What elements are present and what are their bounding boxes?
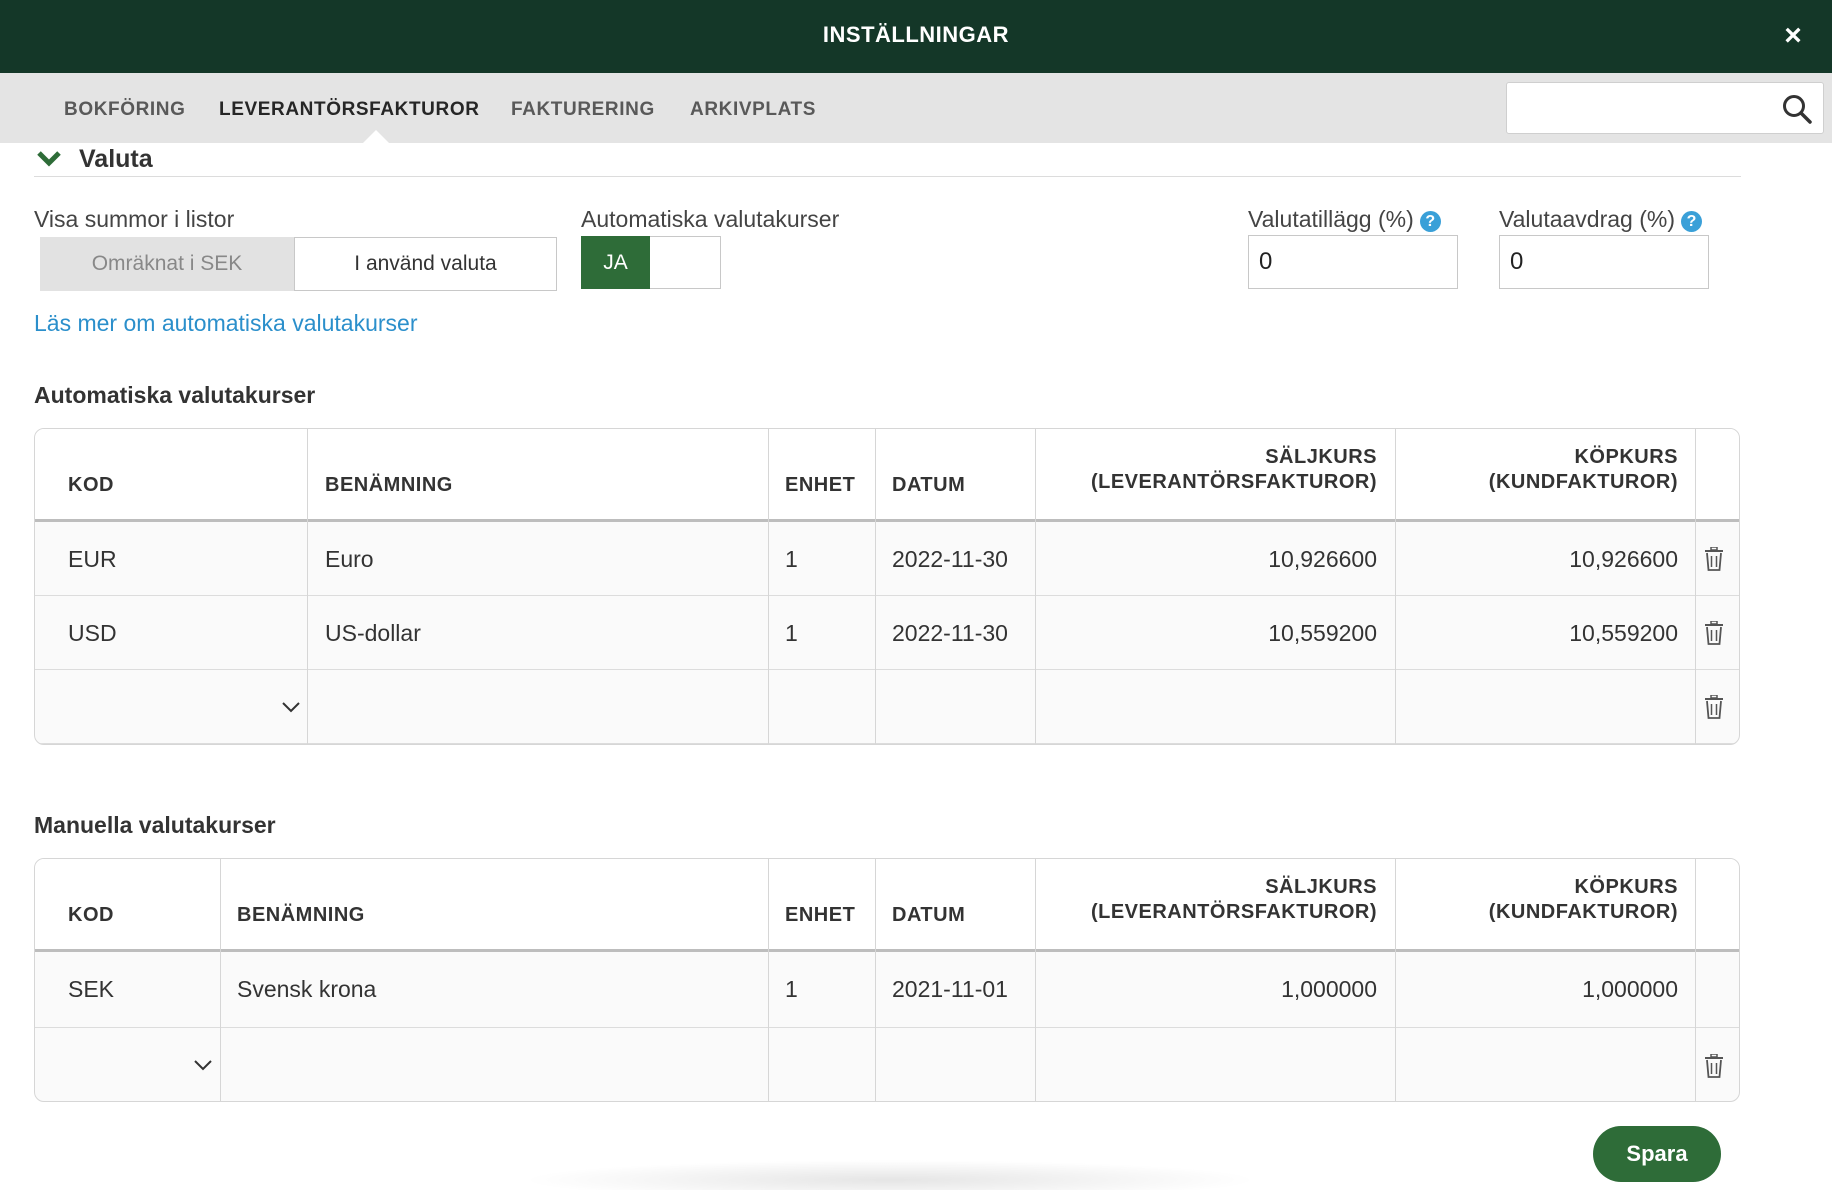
valutatillagg-label: Valutatillägg (%)?: [1248, 206, 1441, 233]
column-divider: [220, 859, 221, 1101]
chevron-down-icon[interactable]: [281, 701, 301, 713]
column-divider: [875, 859, 876, 1101]
column-divider: [307, 429, 308, 744]
option-i-anvand-valuta[interactable]: I använd valuta: [294, 237, 557, 291]
column-divider: [1035, 429, 1036, 744]
col-saljkurs: SÄLJKURS (LEVERANTÖRSFAKTUROR): [1091, 445, 1377, 495]
cell-datum: 2022-11-30: [892, 620, 1008, 646]
search-icon[interactable]: [1781, 93, 1813, 125]
cell-enhet: 1: [785, 620, 798, 646]
help-icon[interactable]: ?: [1419, 211, 1441, 232]
col-saljkurs: SÄLJKURS (LEVERANTÖRSFAKTUROR): [1091, 875, 1377, 925]
tab-arkivplats[interactable]: ARKIVPLATS: [690, 99, 816, 121]
footer-shadow: [520, 1160, 1260, 1190]
col-saljkurs-line1: SÄLJKURS: [1265, 876, 1377, 898]
col-kopkurs: KÖPKURS (KUNDFAKTUROR): [1489, 445, 1678, 495]
active-tab-indicator: [363, 130, 389, 143]
dialog-title: INSTÄLLNINGAR: [822, 22, 1010, 47]
col-kod: KOD: [68, 474, 114, 496]
col-datum: DATUM: [892, 474, 966, 496]
valuta-section-header[interactable]: Valuta: [34, 143, 1741, 177]
cell-saljkurs: 10,926600: [1268, 546, 1377, 572]
cell-kod: SEK: [68, 976, 115, 1002]
chevron-down-icon[interactable]: [36, 149, 62, 169]
cell-datum: 2021-11-01: [892, 976, 1008, 1002]
column-divider: [1035, 859, 1036, 1101]
cell-saljkurs: 1,000000: [1281, 976, 1377, 1002]
table-row[interactable]: EUR Euro 1 2022-11-30 10,926600 10,92660…: [35, 522, 1739, 596]
column-divider: [768, 859, 769, 1101]
column-divider: [1695, 859, 1696, 1101]
col-benamning: BENÄMNING: [325, 474, 453, 496]
auto-table-title: Automatiska valutakurser: [34, 382, 316, 408]
dialog-header: INSTÄLLNINGAR ×: [0, 0, 1832, 73]
cell-kopkurs: 10,926600: [1569, 546, 1678, 572]
col-benamning: BENÄMNING: [237, 904, 365, 926]
toggle-on-label: JA: [581, 236, 650, 289]
col-kopkurs-line2: (KUNDFAKTUROR): [1488, 471, 1678, 493]
cell-kopkurs: 10,559200: [1569, 620, 1678, 646]
valutaavdrag-label: Valutaavdrag (%)?: [1499, 206, 1702, 233]
cell-enhet: 1: [785, 976, 798, 1002]
tab-leverantorsfakturor[interactable]: LEVERANTÖRSFAKTUROR: [219, 99, 480, 121]
col-saljkurs-line1: SÄLJKURS: [1265, 446, 1377, 468]
col-kopkurs-line1: KÖPKURS: [1574, 876, 1678, 898]
table-row[interactable]: USD US-dollar 1 2022-11-30 10,559200 10,…: [35, 596, 1739, 670]
valutaavdrag-input[interactable]: [1499, 235, 1709, 289]
col-kopkurs: KÖPKURS (KUNDFAKTUROR): [1489, 875, 1678, 925]
visa-summor-segmented-control: Omräknat i SEK I använd valuta: [40, 237, 557, 291]
save-button[interactable]: Spara: [1593, 1126, 1721, 1182]
column-divider: [1395, 429, 1396, 744]
cell-kopkurs: 1,000000: [1582, 976, 1678, 1002]
cell-benamning: Svensk krona: [237, 976, 377, 1002]
search-input[interactable]: [1515, 91, 1765, 125]
valutaavdrag-label-text: Valutaavdrag (%): [1499, 206, 1675, 232]
visa-summor-label: Visa summor i listor: [34, 206, 235, 232]
cell-datum: 2022-11-30: [892, 546, 1008, 572]
table-header: KOD BENÄMNING ENHET DATUM SÄLJKURS (LEVE…: [35, 859, 1739, 952]
cell-enhet: 1: [785, 546, 798, 572]
trash-icon[interactable]: [1703, 621, 1725, 645]
col-datum: DATUM: [892, 904, 966, 926]
tab-bokforing[interactable]: BOKFÖRING: [64, 99, 186, 121]
table-row-new[interactable]: [35, 670, 1739, 744]
manual-table-title: Manuella valutakurser: [34, 812, 276, 838]
chevron-down-icon[interactable]: [193, 1059, 213, 1071]
cell-kod: EUR: [68, 546, 117, 572]
col-kopkurs-line2: (KUNDFAKTUROR): [1488, 901, 1678, 923]
manual-rates-table: KOD BENÄMNING ENHET DATUM SÄLJKURS (LEVE…: [34, 858, 1740, 1102]
section-title: Valuta: [79, 145, 153, 173]
valutatillagg-input[interactable]: [1248, 235, 1458, 289]
read-more-link[interactable]: Läs mer om automatiska valutakurser: [34, 310, 418, 337]
search-box: [1506, 82, 1824, 134]
option-omraknat-i-sek[interactable]: Omräknat i SEK: [40, 237, 294, 291]
column-divider: [875, 429, 876, 744]
column-divider: [1395, 859, 1396, 1101]
auto-rates-table: KOD BENÄMNING ENHET DATUM SÄLJKURS (LEVE…: [34, 428, 1740, 745]
table-row[interactable]: SEK Svensk krona 1 2021-11-01 1,000000 1…: [35, 952, 1739, 1028]
col-enhet: ENHET: [785, 474, 856, 496]
col-kod: KOD: [68, 904, 114, 926]
col-saljkurs-line2: (LEVERANTÖRSFAKTUROR): [1090, 471, 1377, 493]
col-enhet: ENHET: [785, 904, 856, 926]
valutatillagg-label-text: Valutatillägg (%): [1248, 206, 1414, 232]
col-saljkurs-line2: (LEVERANTÖRSFAKTUROR): [1090, 901, 1377, 923]
close-icon[interactable]: ×: [1778, 18, 1808, 54]
table-header: KOD BENÄMNING ENHET DATUM SÄLJKURS (LEVE…: [35, 429, 1739, 522]
cell-benamning: US-dollar: [325, 620, 421, 646]
trash-icon[interactable]: [1703, 1054, 1725, 1078]
col-kopkurs-line1: KÖPKURS: [1574, 446, 1678, 468]
trash-icon[interactable]: [1703, 695, 1725, 719]
cell-kod: USD: [68, 620, 117, 646]
cell-saljkurs: 10,559200: [1268, 620, 1377, 646]
tab-fakturering[interactable]: FAKTURERING: [511, 99, 655, 121]
auto-kurser-label: Automatiska valutakurser: [581, 206, 840, 232]
help-icon[interactable]: ?: [1681, 211, 1702, 232]
column-divider: [1695, 429, 1696, 744]
column-divider: [768, 429, 769, 744]
trash-icon[interactable]: [1703, 547, 1725, 571]
auto-kurser-toggle[interactable]: JA: [581, 236, 721, 289]
table-row-new[interactable]: [35, 1028, 1739, 1101]
cell-benamning: Euro: [325, 546, 374, 572]
